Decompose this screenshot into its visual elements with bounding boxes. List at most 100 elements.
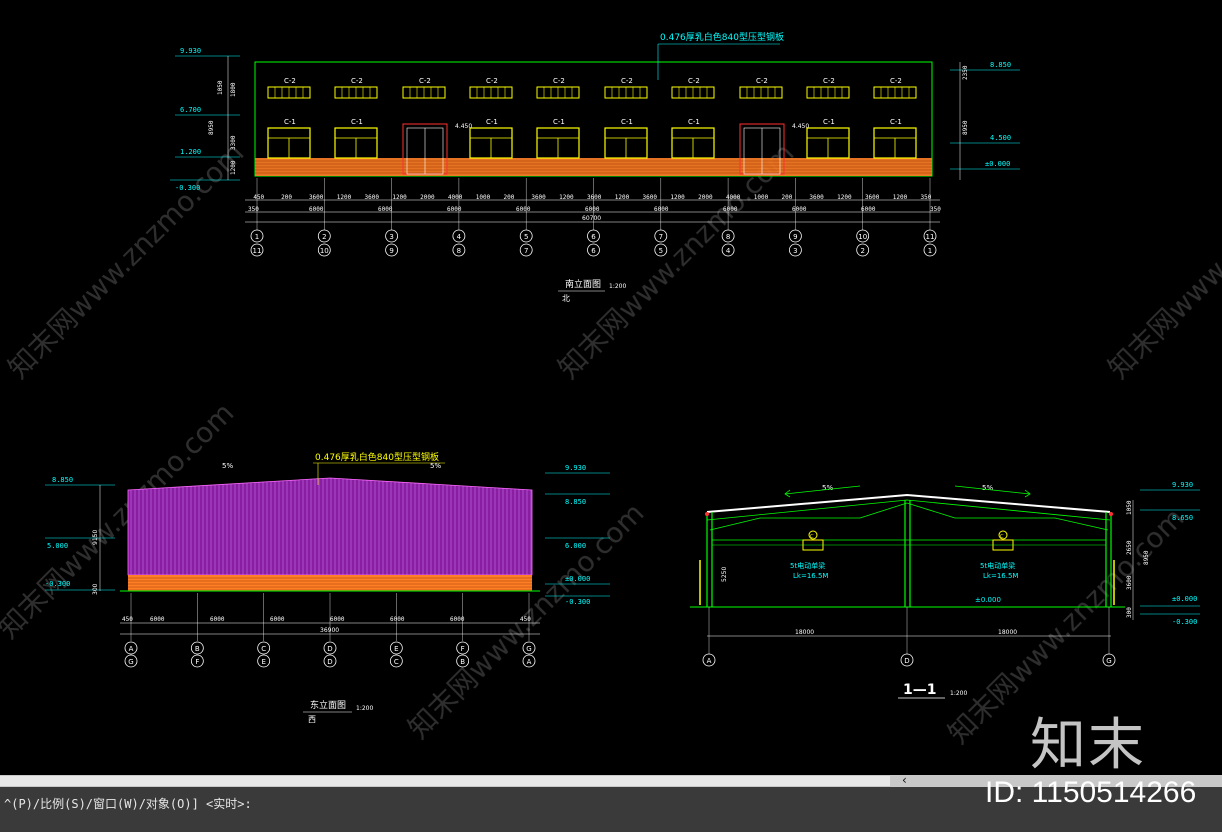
level-label: 8.850 <box>52 476 73 484</box>
scrollbar-thumb[interactable] <box>0 776 890 786</box>
dim-value: 450 <box>253 194 264 201</box>
crane-mark: C <box>1000 534 1004 540</box>
level-label: 8.650 <box>1172 514 1193 522</box>
dim-value: 1200 <box>837 194 852 201</box>
axis-label: 11 <box>926 233 935 241</box>
level-label: 5.000 <box>47 542 68 550</box>
south-roof-note: 0.476厚乳白色840型压型钢板 <box>660 31 784 43</box>
height-dim: 8950 <box>208 120 215 135</box>
axis-label: 10 <box>858 233 867 241</box>
axis-label: E <box>394 645 398 653</box>
height-dim: 3300 <box>230 135 237 150</box>
section-title: 1—1 <box>903 682 936 698</box>
axis-label: 3 <box>389 233 393 241</box>
dim-value: 350 <box>248 206 259 213</box>
axis-label: 2 <box>322 233 326 241</box>
south-subtitle: 北 <box>562 294 570 303</box>
level-label: 8.850 <box>565 498 586 506</box>
axis-label: 4 <box>457 233 462 241</box>
axis-label: 7 <box>659 233 663 241</box>
axis-label: F <box>195 658 199 666</box>
window-label-upper: C-2 <box>486 77 498 85</box>
dim-value: 6000 <box>330 616 345 623</box>
level-label: -0.300 <box>565 598 590 606</box>
dim-value: 1000 <box>476 194 491 201</box>
axis-label: B <box>460 658 465 666</box>
axis-label: 9 <box>389 247 393 255</box>
slope-label: 5% <box>430 462 441 470</box>
axis-label: D <box>904 657 909 665</box>
dim-value: 200 <box>504 194 515 201</box>
level-label: -0.300 <box>45 580 70 588</box>
dim-value: 1200 <box>615 194 630 201</box>
axis-label: A <box>707 657 712 665</box>
window-label-lower: C-1 <box>351 118 363 126</box>
axis-label: F <box>461 645 465 653</box>
south-elevation: 0.476厚乳白色840型压型钢板 C-2 C-1 C-2 C-1 C-2 C-2 C-1 C… <box>170 31 1020 303</box>
crane-span: Lk=16.5M <box>793 572 828 580</box>
east-title: 东立面图 <box>310 699 346 711</box>
dim-value: 3600 <box>309 194 324 201</box>
level-label: -0.300 <box>175 184 200 192</box>
level-label: 4.500 <box>990 134 1011 142</box>
level-label: -0.300 <box>1172 618 1197 626</box>
dim-value: 450 <box>520 616 531 623</box>
level-label: ±0.000 <box>565 575 590 583</box>
axis-label: G <box>128 658 133 666</box>
height-dim: 300 <box>1126 607 1133 618</box>
axis-label: 8 <box>726 233 730 241</box>
window-label-upper: C-2 <box>823 77 835 85</box>
crane-span: Lk=16.5M <box>983 572 1018 580</box>
crane-mark: C <box>810 534 814 540</box>
axis-label: G <box>526 645 531 653</box>
window-label-upper: C-2 <box>553 77 565 85</box>
level-label: ±0.000 <box>975 596 1001 604</box>
dim-value: 200 <box>782 194 793 201</box>
total-dim: 36900 <box>320 627 339 634</box>
window-label-lower: C-1 <box>688 118 700 126</box>
east-subtitle: 西 <box>308 715 316 724</box>
level-label: ±0.000 <box>985 160 1010 168</box>
axis-label: B <box>195 645 200 653</box>
dim-value: 4000 <box>448 194 463 201</box>
span-dim: 18000 <box>795 629 814 636</box>
axis-label: C <box>394 658 399 666</box>
dim-value: 1200 <box>670 194 685 201</box>
watermark-text-3: 知末网www.znzmo.com <box>1102 136 1222 385</box>
axis-label: 6 <box>591 233 596 241</box>
watermark-brand: 知末 <box>1030 713 1146 778</box>
window-label-lower: C-1 <box>486 118 498 126</box>
dim-value: 2000 <box>698 194 713 201</box>
axis-label: A <box>527 658 532 666</box>
axis-label: D <box>327 658 332 666</box>
dim-value: 3600 <box>587 194 602 201</box>
axis-label: 9 <box>793 233 797 241</box>
crane-left: C 5t电动单梁 Lk=16.5M <box>790 530 828 580</box>
axis-label: 1 <box>255 233 259 241</box>
axis-label: 3 <box>793 247 797 255</box>
command-prompt[interactable]: ^(P)/比例(S)/窗口(W)/对象(O)] <实时>: <box>4 795 252 812</box>
scroll-left-icon[interactable]: ‹ <box>902 773 907 787</box>
south-title: 南立面图 <box>565 278 601 290</box>
height-dim: 300 <box>92 583 99 595</box>
level-label: 9.930 <box>180 47 201 55</box>
window-label-lower: C-1 <box>823 118 835 126</box>
height-dim: 8950 <box>1143 550 1150 565</box>
axis-label: 6 <box>591 247 596 255</box>
axis-label: A <box>129 645 134 653</box>
window-label-upper: C-2 <box>756 77 768 85</box>
height-dim: 1200 <box>230 160 237 175</box>
axis-label: 8 <box>457 247 461 255</box>
axis-label: D <box>327 645 332 653</box>
level-label: 6.000 <box>565 542 586 550</box>
height-dim: 9150 <box>92 530 99 545</box>
cad-drawing-canvas[interactable]: 知末网www.znzmo.com 知末网www.znzmo.com 知末网www… <box>0 0 1222 775</box>
section-scale: 1:200 <box>950 690 967 697</box>
window-label-lower: C-1 <box>553 118 565 126</box>
dim-value: 3600 <box>865 194 880 201</box>
dim-value: 6000 <box>309 206 324 213</box>
crane-label: 5t电动单梁 <box>980 561 1015 570</box>
south-scale: 1:200 <box>609 283 626 290</box>
dim-value: 6000 <box>378 206 393 213</box>
window-label-lower: C-1 <box>890 118 902 126</box>
